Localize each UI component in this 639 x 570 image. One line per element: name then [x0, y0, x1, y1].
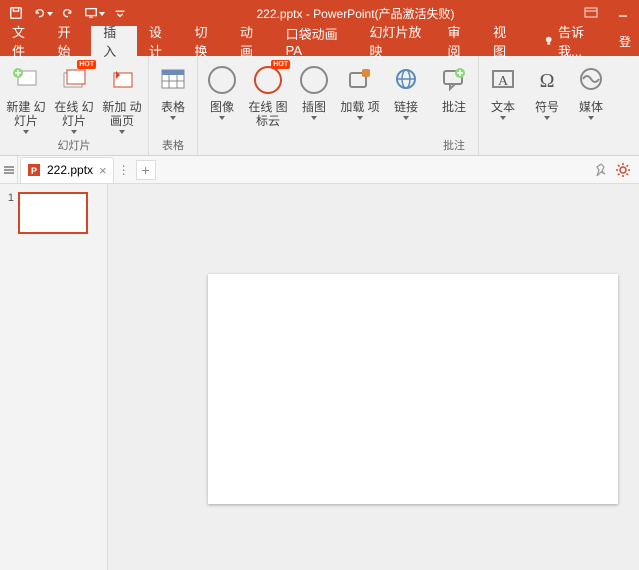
group-slides: 新建 幻灯片 HOT 在线 幻灯片 新加 动画页 幻灯片 — [0, 56, 149, 155]
text-icon: A — [489, 67, 517, 93]
hot-badge-icon: HOT — [271, 60, 290, 69]
gear-icon[interactable] — [615, 162, 631, 178]
group-text: A 文本 Ω 符号 媒体 — [479, 56, 615, 155]
window-title: 222.pptx - PowerPoint(产品激活失败) — [132, 5, 579, 22]
hot-badge-icon: HOT — [77, 60, 96, 69]
online-slide-icon — [60, 67, 88, 93]
comment-icon — [440, 67, 468, 93]
tab-slideshow[interactable]: 幻灯片放映 — [357, 26, 435, 56]
qat-customize-button[interactable] — [108, 2, 132, 24]
addins-button[interactable]: 加载 项 — [336, 60, 384, 122]
text-button[interactable]: A 文本 — [481, 60, 525, 122]
svg-text:A: A — [498, 74, 509, 89]
window-controls — [579, 2, 635, 24]
document-tabs: P 222.pptx × ⋮ + — [0, 156, 639, 184]
tab-login[interactable]: 登 — [611, 26, 639, 56]
tab-animation[interactable]: 动画 — [228, 26, 274, 56]
online-slide-label: 在线 幻灯片 — [54, 100, 94, 128]
online-slide-button[interactable]: HOT 在线 幻灯片 — [50, 60, 98, 136]
group-slides-label: 幻灯片 — [2, 137, 146, 153]
quick-access-toolbar — [4, 2, 132, 24]
doc-list-icon — [3, 164, 15, 176]
table-label: 表格 — [161, 100, 185, 114]
group-table: 表格 表格 — [149, 56, 198, 155]
media-button[interactable]: 媒体 — [569, 60, 613, 122]
tab-tellme[interactable]: 告诉我... — [531, 26, 611, 56]
online-icon-label: 在线 图标云 — [248, 100, 288, 128]
group-table-label: 表格 — [151, 137, 195, 153]
image-icon — [208, 66, 236, 94]
comment-label: 批注 — [442, 100, 466, 114]
media-icon — [577, 67, 605, 93]
table-icon — [159, 67, 187, 93]
tab-file[interactable]: 文件 — [0, 26, 46, 56]
new-anim-label: 新加 动画页 — [102, 100, 142, 128]
tab-transition[interactable]: 切换 — [182, 26, 228, 56]
workspace: 1 — [0, 184, 639, 570]
media-label: 媒体 — [579, 100, 603, 114]
tellme-label: 告诉我... — [558, 22, 599, 60]
title-bar: 222.pptx - PowerPoint(产品激活失败) — [0, 0, 639, 26]
symbol-label: 符号 — [535, 100, 559, 114]
new-slide-button[interactable]: 新建 幻灯片 — [2, 60, 50, 136]
tab-insert[interactable]: 插入 — [91, 26, 137, 56]
ribbon-display-options[interactable] — [579, 2, 603, 24]
ribbon: 新建 幻灯片 HOT 在线 幻灯片 新加 动画页 幻灯片 表格 表格 — [0, 56, 639, 156]
text-label: 文本 — [491, 100, 515, 114]
pptx-file-icon: P — [27, 163, 41, 177]
slide-edit-area[interactable] — [108, 184, 639, 570]
new-slide-icon — [12, 67, 40, 93]
doc-tab-add-button[interactable]: + — [136, 160, 156, 180]
undo-button[interactable] — [30, 2, 54, 24]
doc-tab-close-button[interactable]: × — [99, 163, 107, 178]
slide-canvas[interactable] — [208, 274, 618, 504]
table-button[interactable]: 表格 — [151, 60, 195, 122]
thumbnail-pane[interactable]: 1 — [0, 184, 108, 570]
group-comment: 批注 批注 — [430, 56, 479, 155]
online-icon-icon — [254, 66, 282, 94]
tab-pocket-anim[interactable]: 口袋动画 PA — [274, 26, 358, 56]
symbol-icon: Ω — [533, 67, 561, 93]
links-icon — [392, 67, 420, 93]
pin-icon[interactable] — [593, 162, 609, 178]
new-slide-label: 新建 幻灯片 — [6, 100, 46, 128]
doc-tab-name: 222.pptx — [47, 163, 93, 177]
comment-button[interactable]: 批注 — [432, 60, 476, 116]
save-button[interactable] — [4, 2, 28, 24]
new-anim-page-button[interactable]: 新加 动画页 — [98, 60, 146, 136]
anim-page-icon — [108, 67, 136, 93]
redo-button[interactable] — [56, 2, 80, 24]
tab-home[interactable]: 开始 — [46, 26, 92, 56]
start-from-beginning-button[interactable] — [82, 2, 106, 24]
tab-review[interactable]: 审阅 — [435, 26, 481, 56]
shapes-icon — [300, 66, 328, 94]
addins-label: 加载 项 — [340, 100, 380, 114]
group-comment-label: 批注 — [432, 137, 476, 153]
svg-text:P: P — [31, 166, 37, 176]
links-label: 链接 — [394, 100, 418, 114]
shapes-label: 插图 — [302, 100, 326, 114]
addins-icon — [346, 67, 374, 93]
svg-text:Ω: Ω — [540, 70, 555, 92]
image-button[interactable]: 图像 — [200, 60, 244, 122]
image-label: 图像 — [210, 100, 234, 114]
minimize-button[interactable] — [611, 2, 635, 24]
thumbnail-row[interactable]: 1 — [6, 192, 101, 234]
online-icon-button[interactable]: HOT 在线 图标云 — [244, 60, 292, 130]
shapes-button[interactable]: 插图 — [292, 60, 336, 122]
doc-tab-active[interactable]: P 222.pptx × — [20, 157, 114, 183]
group-images: 图像 HOT 在线 图标云 插图 加载 项 链接 — [198, 56, 430, 155]
tab-view[interactable]: 视图 — [481, 26, 527, 56]
slide-thumbnail-1[interactable] — [18, 192, 88, 234]
doc-tab-list-button[interactable] — [0, 156, 18, 183]
lightbulb-icon — [543, 34, 554, 48]
symbol-button[interactable]: Ω 符号 — [525, 60, 569, 122]
tab-design[interactable]: 设计 — [137, 26, 183, 56]
links-button[interactable]: 链接 — [384, 60, 428, 122]
thumb-number: 1 — [6, 192, 14, 204]
ribbon-tabs: 文件 开始 插入 设计 切换 动画 口袋动画 PA 幻灯片放映 审阅 视图 告诉… — [0, 26, 639, 56]
